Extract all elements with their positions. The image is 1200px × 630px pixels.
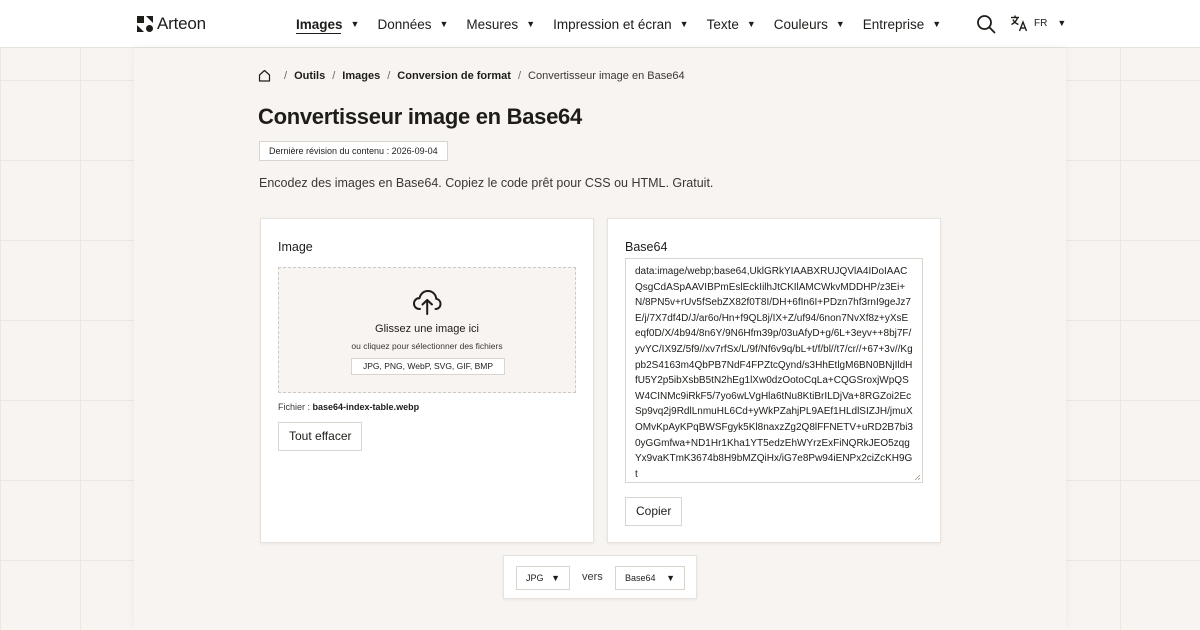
chevron-down-icon: ▼ bbox=[932, 19, 942, 29]
image-dropzone[interactable]: Glissez une image ici ou cliquez pour sé… bbox=[278, 267, 576, 393]
format-selector-bar: JPG ▼ vers Base64 ▼ bbox=[503, 555, 697, 599]
base64-output-card: Base64 data:image/webp;base64,UklGRkYIAA… bbox=[607, 218, 941, 543]
file-name: base64-index-table.webp bbox=[312, 402, 420, 412]
nav-label: Données bbox=[377, 16, 432, 32]
language-code: FR bbox=[1034, 17, 1048, 29]
target-format-select[interactable]: Base64 ▼ bbox=[615, 566, 685, 590]
chevron-down-icon: ▼ bbox=[350, 19, 360, 29]
nav-item-couleurs[interactable]: Couleurs ▼ bbox=[774, 0, 845, 48]
chevron-down-icon: ▼ bbox=[551, 573, 560, 583]
image-input-label: Image bbox=[278, 240, 313, 254]
main-nav: Images ▼ Données ▼ Mesures ▼ Impression … bbox=[296, 0, 959, 48]
cloud-upload-icon bbox=[413, 290, 442, 315]
nav-label: Texte bbox=[706, 16, 739, 32]
nav-label: Couleurs bbox=[773, 16, 828, 32]
dropzone-title: Glissez une image ici bbox=[375, 323, 479, 335]
chevron-down-icon: ▼ bbox=[439, 19, 449, 29]
base64-output-label: Base64 bbox=[625, 240, 668, 254]
translate-icon bbox=[1011, 15, 1028, 32]
copy-button[interactable]: Copier bbox=[625, 497, 683, 526]
top-header: Arteon Images ▼ Données ▼ Mesures ▼ Impr… bbox=[0, 0, 1200, 48]
nav-item-texte[interactable]: Texte ▼ bbox=[707, 0, 756, 48]
breadcrumb-separator: / bbox=[332, 69, 336, 82]
page-title: Convertisseur image en Base64 bbox=[258, 104, 582, 129]
source-format-select[interactable]: JPG ▼ bbox=[516, 566, 570, 590]
language-selector[interactable]: FR ▼ bbox=[1010, 14, 1066, 32]
home-icon[interactable] bbox=[258, 69, 271, 82]
nav-label: Images bbox=[296, 16, 343, 32]
chevron-down-icon: ▼ bbox=[1057, 18, 1067, 28]
target-format-value: Base64 bbox=[625, 573, 656, 583]
nav-label: Entreprise bbox=[862, 16, 925, 32]
breadcrumb-separator: / bbox=[284, 69, 288, 82]
nav-item-mesures[interactable]: Mesures ▼ bbox=[466, 0, 535, 48]
breadcrumb-link-outils[interactable]: Outils bbox=[294, 70, 325, 82]
chevron-down-icon: ▼ bbox=[526, 19, 536, 29]
format-connector: vers bbox=[582, 571, 603, 583]
breadcrumb-separator: / bbox=[387, 69, 391, 82]
base64-output-value: data:image/webp;base64,UklGRkYIAABXRUJQV… bbox=[635, 266, 913, 480]
selected-file-line: Fichier : base64-index-table.webp bbox=[278, 402, 419, 412]
arteon-logo-icon bbox=[137, 16, 153, 32]
breadcrumb-separator: / bbox=[517, 69, 522, 82]
nav-item-donnees[interactable]: Données ▼ bbox=[377, 0, 448, 48]
dropzone-subtitle: ou cliquez pour sélectionner des fichier… bbox=[351, 341, 503, 351]
nav-item-entreprise[interactable]: Entreprise ▼ bbox=[863, 0, 941, 48]
chevron-down-icon: ▼ bbox=[746, 19, 756, 29]
chevron-down-icon: ▼ bbox=[679, 19, 689, 29]
search-icon[interactable] bbox=[976, 14, 996, 34]
nav-label: Impression et écran bbox=[553, 16, 672, 32]
supported-formats-badge: JPG, PNG, WebP, SVG, GIF, BMP bbox=[351, 358, 505, 375]
breadcrumb-link-images[interactable]: Images bbox=[342, 70, 380, 82]
nav-item-images[interactable]: Images ▼ bbox=[296, 0, 359, 48]
nav-item-impression[interactable]: Impression et écran ▼ bbox=[553, 0, 688, 48]
breadcrumb-link-conversion[interactable]: Conversion de format bbox=[397, 70, 511, 82]
image-input-card: Image Glissez une image ici ou cliquez p… bbox=[260, 218, 594, 543]
brand-name: Arteon bbox=[157, 14, 206, 33]
brand-logo[interactable]: Arteon bbox=[137, 14, 206, 34]
breadcrumb: / Outils / Images / Conversion de format… bbox=[258, 69, 685, 82]
nav-label: Mesures bbox=[466, 16, 519, 32]
resize-grip-icon[interactable] bbox=[913, 473, 921, 481]
main-content: / Outils / Images / Conversion de format… bbox=[134, 48, 1066, 630]
file-prefix: Fichier : bbox=[278, 402, 311, 412]
page-description: Encodez des images en Base64. Copiez le … bbox=[259, 176, 714, 190]
revision-badge: Dernière révision du contenu : 2026-09-0… bbox=[259, 141, 448, 161]
clear-all-button[interactable]: Tout effacer bbox=[278, 422, 363, 451]
chevron-down-icon: ▼ bbox=[835, 19, 845, 29]
source-format-value: JPG bbox=[526, 573, 544, 583]
base64-output-textarea[interactable]: data:image/webp;base64,UklGRkYIAABXRUJQV… bbox=[625, 258, 923, 483]
chevron-down-icon: ▼ bbox=[666, 573, 675, 583]
breadcrumb-current: Convertisseur image en Base64 bbox=[528, 69, 685, 82]
